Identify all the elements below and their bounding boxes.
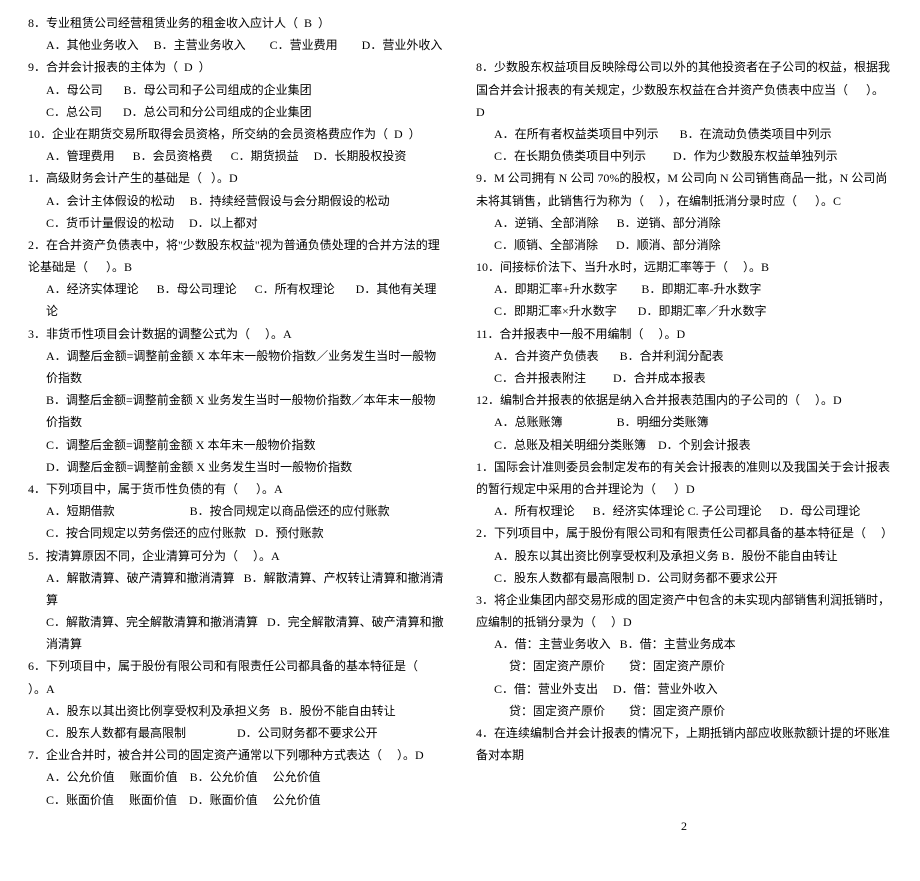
- text-line: 5．按清算原因不同，企业清算可分为（ ）。A: [28, 545, 444, 567]
- text-line: 3．将企业集团内部交易形成的固定资产中包含的未实现内部销售利润抵销时，应编制的抵…: [476, 589, 892, 633]
- text-line: 8．专业租赁公司经营租赁业务的租金收入应计人（ B ）: [28, 12, 444, 34]
- text-line: 9．M 公司拥有 N 公司 70%的股权，M 公司向 N 公司销售商品一批，N …: [476, 167, 892, 211]
- text-line: 7．企业合并时，被合并公司的固定资产通常以下列哪种方式表达（ ）。D: [28, 744, 444, 766]
- text-line: 1．高级财务会计产生的基础是（ ）。D: [28, 167, 444, 189]
- text-line: C．账面价值 账面价值 D．账面价值 公允价值: [28, 789, 444, 811]
- left-column: 8．专业租赁公司经营租赁业务的租金收入应计人（ B ）A．其他业务收入 B．主营…: [28, 12, 444, 651]
- text-line: C．即期汇率×升水数字 D．即期汇率／升水数字: [476, 300, 892, 322]
- text-line: A．股东以其出资比例享受权利及承担义务 B．股份不能自由转让: [28, 700, 444, 722]
- text-line: B．调整后金额=调整前金额 X 业务发生当时一般物价指数／本年末一般物价指数: [28, 389, 444, 433]
- text-line: C．借：营业外支出 D．借：营业外收入: [476, 678, 892, 700]
- text-line: 贷：固定资产原价 贷：固定资产原价: [476, 655, 892, 677]
- text-line: D．调整后金额=调整前金额 X 业务发生当时一般物价指数: [28, 456, 444, 478]
- text-line: A．会计主体假设的松动 B．持续经营假设与会分期假设的松动: [28, 190, 444, 212]
- text-line: 贷：固定资产原价 贷：固定资产原价: [476, 700, 892, 722]
- text-line: A．管理费用 B．会员资格费 C．期货损益 D．长期股权投资: [28, 145, 444, 167]
- text-line: 9．合并会计报表的主体为（ D ）: [28, 56, 444, 78]
- text-line: 11．合并报表中一般不用编制（ ）。D: [476, 323, 892, 345]
- text-line: A．短期借款 B．按合同规定以商品偿还的应付账款: [28, 500, 444, 522]
- text-line: C．解散清算、完全解散清算和撤消清算 D．完全解散清算、破产清算和撤消清算: [28, 611, 444, 655]
- text-line: A．母公司 B．母公司和子公司组成的企业集团: [28, 79, 444, 101]
- text-line: 10．企业在期货交易所取得会员资格，所交纳的会员资格费应作为（ D ）: [28, 123, 444, 145]
- text-line: C．股东人数都有最高限制 D．公司财务都不要求公开: [28, 722, 444, 744]
- text-line: A．借：主营业务收入 B．借：主营业务成本: [476, 633, 892, 655]
- text-line: A．即期汇率+升水数字 B．即期汇率-升水数字: [476, 278, 892, 300]
- text-line: A．调整后金额=调整前金额 X 本年末一般物价指数／业务发生当时一般物价指数: [28, 345, 444, 389]
- text-line: C．顺销、全部消除 D．顺消、部分消除: [476, 234, 892, 256]
- text-line: C．总账及相关明细分类账簿 D．个别会计报表: [476, 434, 892, 456]
- page-container: 8．专业租赁公司经营租赁业务的租金收入应计人（ B ）A．其他业务收入 B．主营…: [0, 0, 920, 651]
- text-line: C．货币计量假设的松动 D．以上都对: [28, 212, 444, 234]
- text-line: 1．国际会计准则委员会制定发布的有关会计报表的准则以及我国关于会计报表的暂行规定…: [476, 456, 892, 500]
- text-line: 8．少数股东权益项目反映除母公司以外的其他投资者在子公司的权益，根据我国合并会计…: [476, 56, 892, 123]
- text-line: A．所有权理论 B．经济实体理论 C. 子公司理论 D．母公司理论: [476, 500, 892, 522]
- text-line: A．逆销、全部消除 B．逆销、部分消除: [476, 212, 892, 234]
- text-line: 6．下列项目中，属于股份有限公司和有限责任公司都具备的基本特征是（ ）。A: [28, 655, 444, 699]
- text-line: A．股东以其出资比例享受权利及承担义务 B．股份不能自由转让: [476, 545, 892, 567]
- text-line: C．合并报表附注 D．合并成本报表: [476, 367, 892, 389]
- text-line: A．公允价值 账面价值 B．公允价值 公允价值: [28, 766, 444, 788]
- text-line: 2．在合并资产负债表中，将"少数股东权益"视为普通负债处理的合并方法的理论基础是…: [28, 234, 444, 278]
- text-line: C．股东人数都有最高限制 D．公司财务都不要求公开: [476, 567, 892, 589]
- text-line: 12．编制合并报表的依据是纳入合并报表范围内的子公司的（ ）。D: [476, 389, 892, 411]
- text-line: 4．在连续编制合并会计报表的情况下，上期抵销内部应收账款额计提的坏账准备对本期: [476, 722, 892, 766]
- text-line: A．经济实体理论 B．母公司理论 C．所有权理论 D．其他有关理论: [28, 278, 444, 322]
- text-line: 10．间接标价法下、当升水时，远期汇率等于（ ）。B: [476, 256, 892, 278]
- text-line: 2．下列项目中，属于股份有限公司和有限责任公司都具备的基本特征是（ ）: [476, 522, 892, 544]
- text-line: 3．非货币性项目会计数据的调整公式为（ ）。A: [28, 323, 444, 345]
- text-line: A．总账账簿 B．明细分类账簿: [476, 411, 892, 433]
- text-line: A．合并资产负债表 B．合并利润分配表: [476, 345, 892, 367]
- right-column: 8．少数股东权益项目反映除母公司以外的其他投资者在子公司的权益，根据我国合并会计…: [476, 12, 892, 651]
- text-line: C．按合同规定以劳务偿还的应付账款 D．预付账款: [28, 522, 444, 544]
- text-line: 4．下列项目中，属于货币性负债的有（ ）。A: [28, 478, 444, 500]
- text-line: A．在所有者权益类项目中列示 B．在流动负债类项目中列示: [476, 123, 892, 145]
- text-line: A．解散清算、破产清算和撤消清算 B．解散清算、产权转让清算和撤消清算: [28, 567, 444, 611]
- text-line: A．其他业务收入 B．主营业务收入 C．营业费用 D．营业外收入: [28, 34, 444, 56]
- text-line: C．在长期负债类项目中列示 D．作为少数股东权益单独列示: [476, 145, 892, 167]
- page-number: 2: [476, 815, 892, 837]
- text-line: C．调整后金额=调整前金额 X 本年末一般物价指数: [28, 434, 444, 456]
- text-line: C．总公司 D．总公司和分公司组成的企业集团: [28, 101, 444, 123]
